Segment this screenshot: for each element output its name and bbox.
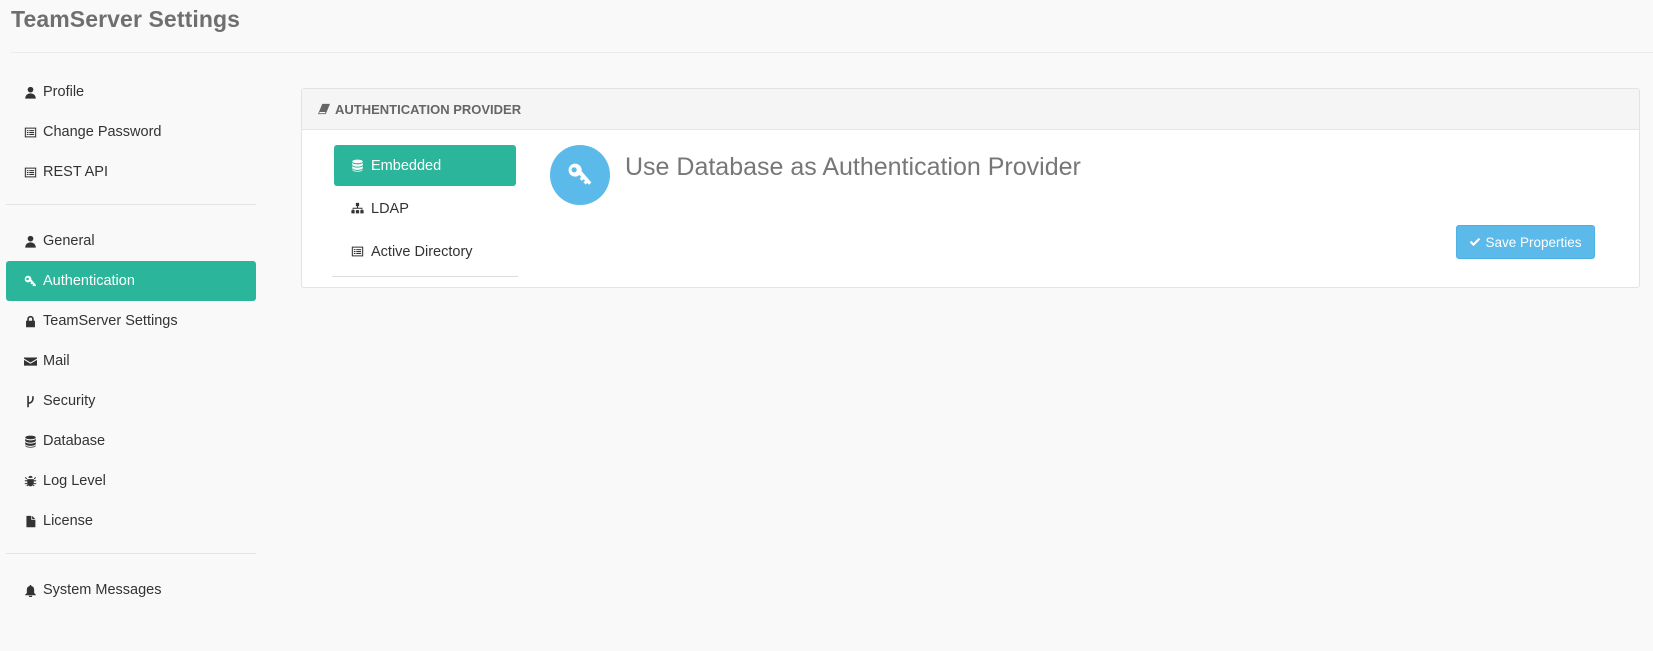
sidebar-item-system-messages[interactable]: System Messages: [6, 570, 256, 610]
list-alt-icon: [351, 245, 365, 258]
lock-icon: [23, 314, 37, 328]
key-icon: [550, 145, 610, 205]
sidebar-item-authentication[interactable]: Authentication: [6, 261, 256, 301]
sidebar-item-label: License: [43, 513, 93, 529]
sidebar-item-profile[interactable]: Profile: [6, 72, 256, 112]
sidebar-item-label: General: [43, 233, 95, 249]
sidebar-item-label: System Messages: [43, 582, 162, 598]
sidebar-item-security[interactable]: Security: [6, 381, 256, 421]
sidebar-item-label: Authentication: [43, 273, 135, 289]
list-alt-icon: [23, 125, 37, 139]
sidebar-item-label: Profile: [43, 84, 85, 100]
sidebar-item-label: Mail: [43, 353, 70, 369]
sidebar-item-label: TeamServer Settings: [43, 313, 178, 329]
bell-icon: [23, 583, 37, 597]
provider-heading: Use Database as Authentication Provider: [625, 153, 1081, 181]
sidebar-item-license[interactable]: License: [6, 501, 256, 541]
provider-ldap[interactable]: LDAP: [334, 188, 516, 229]
sidebar-item-label: Security: [43, 393, 96, 409]
sidebar-item-label: Log Level: [43, 473, 106, 489]
sidebar: Profile Change Password REST API General…: [6, 72, 256, 610]
database-icon: [351, 159, 365, 172]
provider-embedded[interactable]: Embedded: [334, 145, 516, 186]
sitemap-icon: [351, 202, 365, 215]
sidebar-divider: [6, 204, 256, 205]
provider-list: Embedded LDAP Active Directory: [332, 145, 518, 277]
sidebar-item-mail[interactable]: Mail: [6, 341, 256, 381]
panel-header: AUTHENTICATION PROVIDER: [302, 89, 1639, 130]
sidebar-item-label: Database: [43, 433, 106, 449]
title-divider: [11, 52, 1653, 53]
database-icon: [23, 434, 37, 448]
bug-icon: [23, 474, 37, 488]
file-icon: [23, 514, 37, 528]
provider-active-directory[interactable]: Active Directory: [334, 231, 516, 272]
panel-title: AUTHENTICATION PROVIDER: [335, 101, 522, 117]
save-properties-button[interactable]: Save Properties: [1456, 225, 1595, 259]
save-button-label: Save Properties: [1485, 234, 1582, 250]
sidebar-item-rest-api[interactable]: REST API: [6, 152, 256, 192]
provider-label: Embedded: [371, 157, 442, 174]
eraser-icon: [317, 103, 331, 115]
page-title: TeamServer Settings: [11, 6, 241, 32]
sidebar-divider: [6, 553, 256, 554]
check-icon: [1469, 236, 1481, 248]
list-alt-icon: [23, 165, 37, 179]
code-fork-icon: [23, 394, 37, 408]
user-icon: [23, 234, 37, 248]
sidebar-item-log-level[interactable]: Log Level: [6, 461, 256, 501]
key-icon: [23, 274, 37, 288]
authentication-provider-panel: AUTHENTICATION PROVIDER Embedded LDAP Ac…: [301, 88, 1640, 288]
provider-label: LDAP: [371, 200, 409, 217]
sidebar-item-change-password[interactable]: Change Password: [6, 112, 256, 152]
envelope-icon: [23, 354, 37, 368]
sidebar-item-label: REST API: [43, 164, 109, 180]
sidebar-item-general[interactable]: General: [6, 221, 256, 261]
user-icon: [23, 85, 37, 99]
sidebar-item-database[interactable]: Database: [6, 421, 256, 461]
provider-label: Active Directory: [371, 243, 473, 260]
sidebar-item-teamserver-settings[interactable]: TeamServer Settings: [6, 301, 256, 341]
sidebar-item-label: Change Password: [43, 124, 162, 140]
